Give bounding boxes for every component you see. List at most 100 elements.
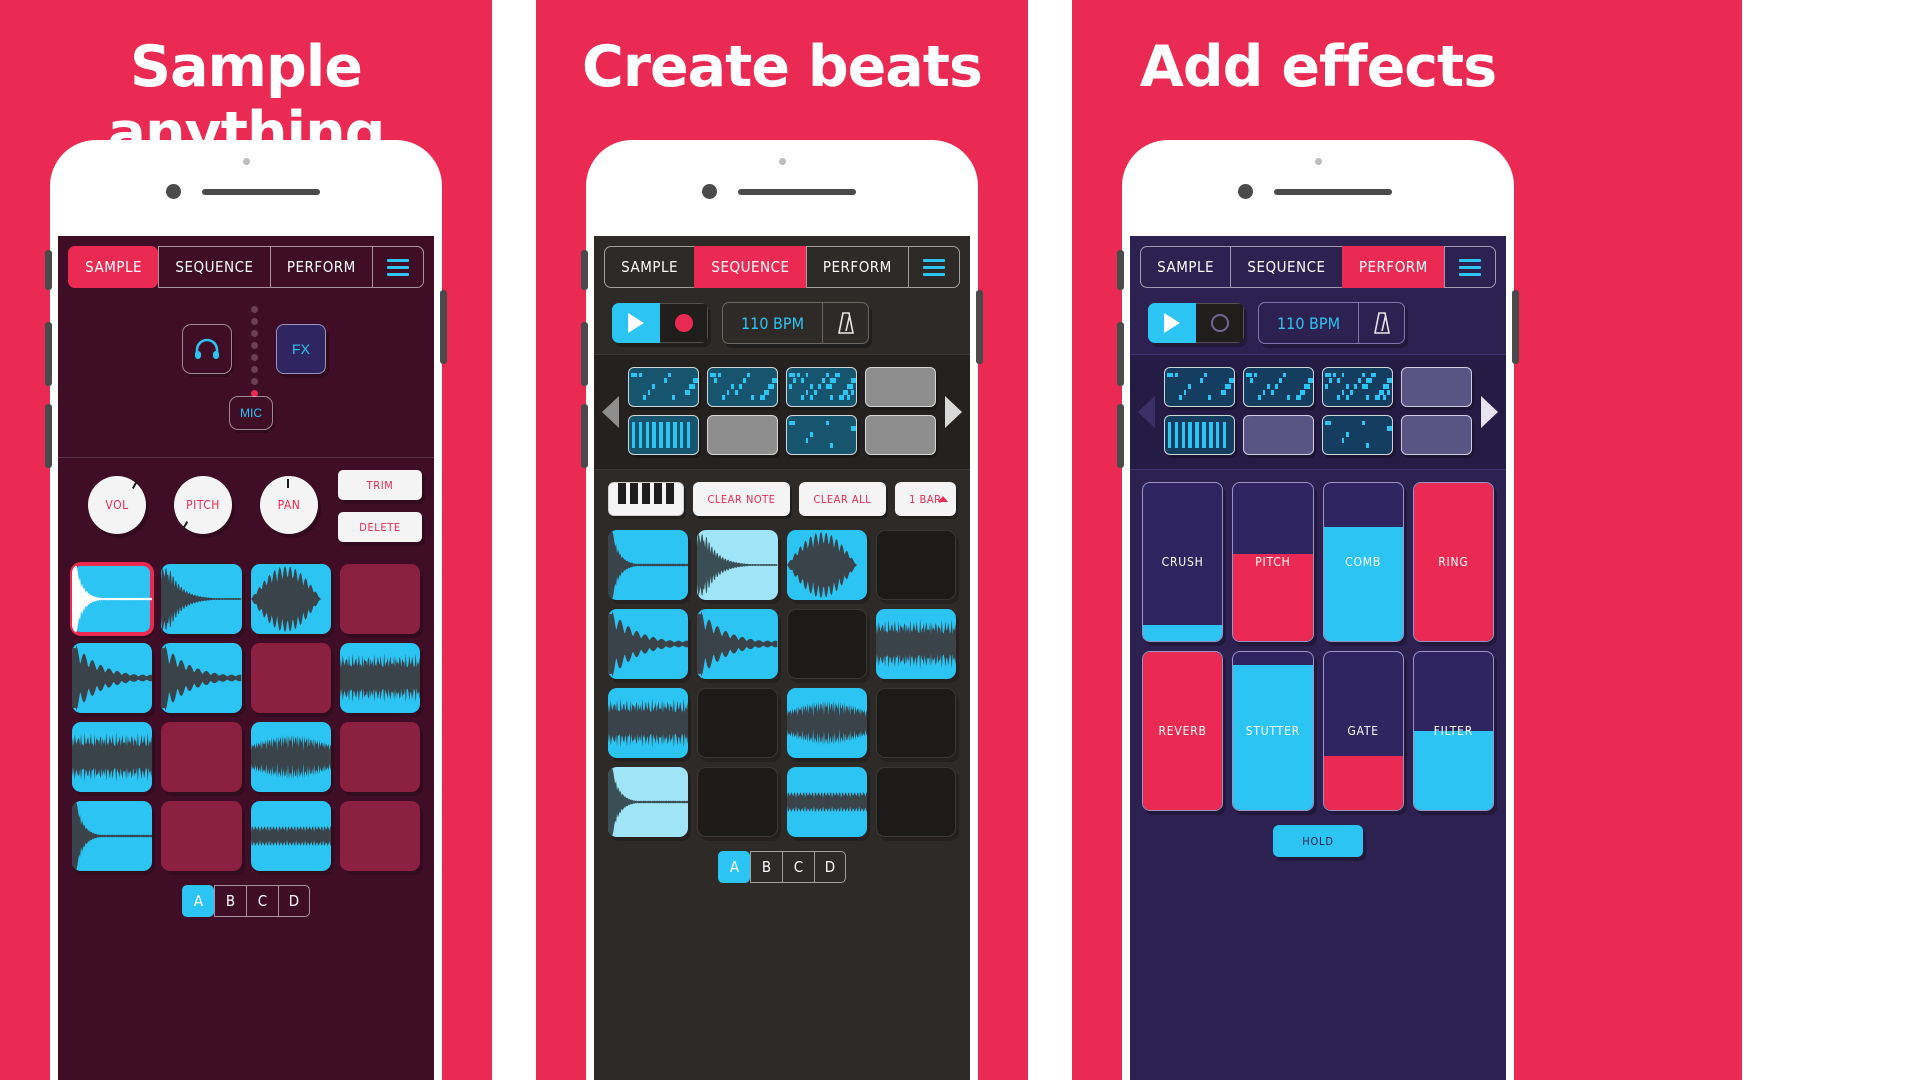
delete-button[interactable]: DELETE bbox=[338, 512, 422, 542]
sample-pad[interactable] bbox=[608, 767, 689, 837]
headphones-icon[interactable] bbox=[182, 324, 232, 374]
tab-perform[interactable]: PERFORM bbox=[1341, 246, 1445, 288]
chevron-left-icon[interactable] bbox=[602, 396, 619, 428]
bank-button-c[interactable]: C bbox=[246, 885, 278, 917]
sample-pad[interactable] bbox=[250, 564, 331, 634]
piano-keys-icon[interactable] bbox=[608, 482, 684, 516]
tab-sequence[interactable]: SEQUENCE bbox=[1230, 246, 1342, 288]
sample-pad[interactable] bbox=[875, 688, 956, 758]
sample-pad[interactable] bbox=[608, 530, 689, 600]
hamburger-menu-icon[interactable] bbox=[908, 246, 961, 288]
clear-note-button[interactable]: CLEAR NOTE bbox=[693, 482, 790, 516]
effect-slider-comb[interactable]: COMB bbox=[1322, 482, 1404, 642]
sample-pad[interactable] bbox=[72, 643, 153, 713]
pattern-slot[interactable] bbox=[707, 367, 778, 407]
bank-button-a[interactable]: A bbox=[182, 885, 214, 917]
pattern-slot[interactable] bbox=[1322, 415, 1393, 455]
sample-pad[interactable] bbox=[250, 801, 331, 871]
tab-sample[interactable]: SAMPLE bbox=[68, 246, 159, 288]
bank-button-a[interactable]: A bbox=[718, 851, 750, 883]
bank-button-b[interactable]: B bbox=[750, 851, 782, 883]
volume-up-button[interactable] bbox=[581, 322, 588, 386]
hamburger-menu-icon[interactable] bbox=[1444, 246, 1497, 288]
sample-pad[interactable] bbox=[72, 801, 153, 871]
sample-pad[interactable] bbox=[786, 609, 867, 679]
hold-button[interactable]: HOLD bbox=[1273, 825, 1363, 857]
power-button[interactable] bbox=[1512, 290, 1519, 364]
effect-slider-reverb[interactable]: REVERB bbox=[1142, 651, 1224, 811]
volume-up-button[interactable] bbox=[1117, 322, 1124, 386]
sample-pad[interactable] bbox=[339, 722, 420, 792]
sample-pad[interactable] bbox=[608, 609, 689, 679]
bank-button-c[interactable]: C bbox=[782, 851, 814, 883]
sample-pad[interactable] bbox=[161, 801, 242, 871]
sample-pad[interactable] bbox=[697, 688, 778, 758]
mic-source-button[interactable]: MIC bbox=[229, 396, 273, 430]
sample-pad[interactable] bbox=[69, 562, 155, 636]
vol-knob[interactable]: VOL bbox=[88, 476, 146, 534]
record-icon[interactable] bbox=[660, 303, 708, 343]
bar-length-selector[interactable]: 1 BAR bbox=[894, 482, 956, 516]
sample-pad[interactable] bbox=[339, 801, 420, 871]
tab-perform[interactable]: PERFORM bbox=[269, 246, 373, 288]
tab-sequence[interactable]: SEQUENCE bbox=[158, 246, 270, 288]
silent-switch[interactable] bbox=[1117, 250, 1124, 290]
volume-down-button[interactable] bbox=[581, 404, 588, 468]
sample-pad[interactable] bbox=[72, 722, 153, 792]
effect-slider-crush[interactable]: CRUSH bbox=[1142, 482, 1224, 642]
pattern-slot[interactable] bbox=[1401, 367, 1472, 407]
pattern-slot[interactable] bbox=[628, 367, 699, 407]
pattern-slot[interactable] bbox=[1322, 367, 1393, 407]
tab-perform[interactable]: PERFORM bbox=[805, 246, 909, 288]
pattern-slot[interactable] bbox=[786, 367, 857, 407]
sample-pad[interactable] bbox=[875, 767, 956, 837]
tab-sample[interactable]: SAMPLE bbox=[604, 246, 695, 288]
play-icon[interactable] bbox=[612, 303, 660, 343]
sample-pad[interactable] bbox=[697, 530, 778, 600]
sample-pad[interactable] bbox=[161, 643, 242, 713]
volume-down-button[interactable] bbox=[1117, 404, 1124, 468]
sample-pad[interactable] bbox=[786, 688, 867, 758]
pattern-slot[interactable] bbox=[707, 415, 778, 455]
bpm-value[interactable]: 110 BPM bbox=[1259, 303, 1358, 343]
sample-pad[interactable] bbox=[875, 609, 956, 679]
sample-pad[interactable] bbox=[161, 722, 242, 792]
silent-switch[interactable] bbox=[581, 250, 588, 290]
trim-button[interactable]: TRIM bbox=[338, 470, 422, 500]
effect-slider-filter[interactable]: FILTER bbox=[1412, 651, 1494, 811]
pattern-slot[interactable] bbox=[786, 415, 857, 455]
pattern-slot[interactable] bbox=[628, 415, 699, 455]
silent-switch[interactable] bbox=[45, 250, 52, 290]
record-icon[interactable] bbox=[1196, 303, 1244, 343]
effect-slider-gate[interactable]: GATE bbox=[1322, 651, 1404, 811]
metronome-icon[interactable] bbox=[822, 303, 868, 343]
sample-pad[interactable] bbox=[250, 643, 331, 713]
hamburger-menu-icon[interactable] bbox=[372, 246, 425, 288]
bpm-value[interactable]: 110 BPM bbox=[723, 303, 822, 343]
pattern-slot[interactable] bbox=[1401, 415, 1472, 455]
sample-pad[interactable] bbox=[339, 564, 420, 634]
pattern-slot[interactable] bbox=[1243, 415, 1314, 455]
fx-source-button[interactable]: FX bbox=[276, 324, 326, 374]
pattern-slot[interactable] bbox=[865, 415, 936, 455]
chevron-right-icon[interactable] bbox=[945, 396, 962, 428]
sample-pad[interactable] bbox=[786, 530, 867, 600]
power-button[interactable] bbox=[976, 290, 983, 364]
sample-pad[interactable] bbox=[608, 688, 689, 758]
pan-knob[interactable]: PAN bbox=[260, 476, 318, 534]
effect-slider-stutter[interactable]: STUTTER bbox=[1232, 651, 1314, 811]
chevron-left-icon[interactable] bbox=[1138, 396, 1155, 428]
tab-sequence[interactable]: SEQUENCE bbox=[694, 246, 806, 288]
sample-pad[interactable] bbox=[786, 767, 867, 837]
sample-pad[interactable] bbox=[875, 530, 956, 600]
effect-slider-ring[interactable]: RING bbox=[1412, 482, 1494, 642]
pattern-slot[interactable] bbox=[1164, 415, 1235, 455]
sample-pad[interactable] bbox=[161, 564, 242, 634]
clear-all-button[interactable]: CLEAR ALL bbox=[798, 482, 886, 516]
tab-sample[interactable]: SAMPLE bbox=[1140, 246, 1231, 288]
effect-slider-pitch[interactable]: PITCH bbox=[1232, 482, 1314, 642]
sample-pad[interactable] bbox=[697, 767, 778, 837]
chevron-right-icon[interactable] bbox=[1481, 396, 1498, 428]
sample-pad[interactable] bbox=[250, 722, 331, 792]
bank-button-d[interactable]: D bbox=[814, 851, 846, 883]
